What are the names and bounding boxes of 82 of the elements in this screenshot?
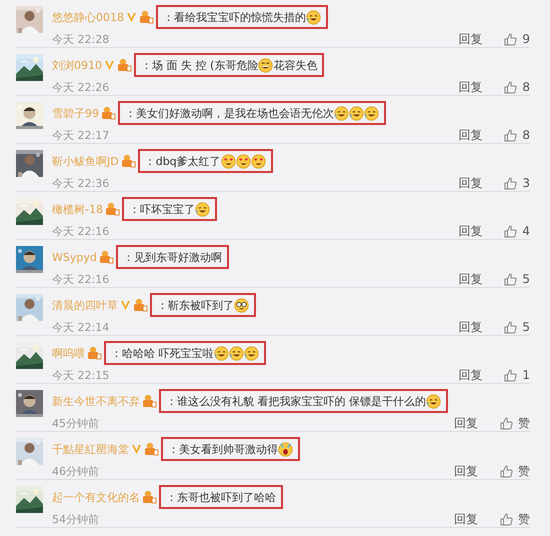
heart-eyes-emoji-icon — [220, 154, 236, 168]
timestamp: 今天 22:14 — [52, 320, 110, 334]
heart-eyes-emoji-icon — [250, 154, 266, 168]
comment-text: ：谁这么没有礼貌 看把我家宝宝吓的 保镖是干什么的 — [166, 394, 426, 408]
reply-link[interactable]: 回复 — [458, 78, 482, 96]
crying-laughing-emoji-icon — [228, 346, 244, 360]
crying-laughing-emoji-icon — [244, 346, 258, 360]
timestamp: 54分钟前 — [52, 512, 100, 526]
thumbs-up-icon — [500, 464, 513, 478]
comment-text: 花容失色 — [273, 58, 318, 72]
like-button[interactable]: 5 — [504, 320, 530, 334]
comment-text: ：吓坏宝宝了 — [128, 202, 195, 216]
medal-icon — [142, 394, 157, 408]
like-button[interactable]: 8 — [504, 80, 530, 94]
reply-link[interactable]: 回复 — [454, 462, 478, 480]
comment-text: ：美女看到帅哥激动得 — [168, 442, 278, 456]
crying-laughing-emoji-icon — [349, 106, 364, 120]
reply-link[interactable]: 回复 — [458, 366, 482, 384]
like-button[interactable]: 4 — [504, 224, 530, 238]
like-button[interactable]: 赞 — [500, 462, 530, 480]
like-button[interactable]: 1 — [504, 368, 530, 382]
crying-laughing-emoji-icon — [426, 394, 441, 408]
reply-link[interactable]: 回复 — [454, 510, 478, 528]
crying-laughing-emoji-icon — [194, 202, 210, 216]
reply-link[interactable]: 回复 — [458, 174, 482, 192]
thumbs-up-icon — [504, 272, 518, 286]
timestamp: 今天 22:36 — [52, 176, 110, 190]
thumbs-up-icon — [504, 32, 518, 46]
medal-icon — [101, 106, 116, 120]
timestamp: 今天 22:28 — [52, 32, 110, 46]
thumbs-up-icon — [500, 416, 513, 430]
thumbs-up-icon — [504, 176, 518, 190]
like-button[interactable]: 赞 — [500, 510, 530, 528]
timestamp: 今天 22:16 — [52, 224, 110, 238]
timestamp: 今天 22:16 — [52, 272, 110, 286]
reply-link[interactable]: 回复 — [458, 318, 482, 336]
medal-icon — [142, 490, 157, 504]
medal-icon — [120, 154, 136, 168]
heart-eyes-emoji-icon — [236, 154, 251, 168]
comment-text: ：靳东被吓到了 — [157, 298, 234, 312]
comment-text: ：dbq爹太红了 — [144, 154, 221, 168]
laughing-emoji-icon — [258, 58, 274, 72]
timestamp: 今天 22:15 — [52, 368, 110, 382]
like-button[interactable]: 3 — [504, 176, 530, 190]
comment-text: ：哈哈哈 吓死宝宝啦 — [111, 346, 214, 360]
comment-text: ：看给我宝宝吓的惊慌失措的 — [163, 10, 306, 24]
crying-laughing-emoji-icon — [334, 106, 349, 120]
like-button[interactable]: 8 — [504, 128, 530, 142]
screaming-emoji-icon — [278, 442, 293, 456]
thumbs-up-icon — [504, 80, 518, 94]
medal-icon — [87, 346, 102, 360]
medal-icon — [133, 298, 148, 312]
like-button[interactable]: 5 — [504, 272, 530, 286]
reply-link[interactable]: 回复 — [458, 30, 482, 48]
timestamp: 46分钟前 — [52, 464, 100, 478]
comment-text: ：见到东哥好激动啊 — [122, 250, 222, 264]
timestamp: 45分钟前 — [52, 416, 100, 430]
medal-icon — [98, 250, 114, 264]
thumbs-up-icon — [504, 320, 518, 334]
thumbs-up-icon — [504, 368, 518, 382]
comment-text: ：美女们好激动啊，是我在场也会语无伦次 — [125, 106, 334, 120]
medal-icon — [117, 58, 132, 72]
crying-laughing-emoji-icon — [214, 346, 228, 360]
medal-icon — [139, 10, 154, 24]
reply-link[interactable]: 回复 — [458, 126, 482, 144]
crying-laughing-emoji-icon — [364, 106, 379, 120]
reply-link[interactable]: 回复 — [458, 270, 482, 288]
glasses-emoji-icon — [234, 298, 249, 312]
crying-laughing-emoji-icon — [306, 10, 321, 24]
thumbs-up-icon — [504, 224, 518, 238]
comment-text: ：东哥也被吓到了哈哈 — [166, 490, 276, 504]
like-button[interactable]: 赞 — [500, 414, 530, 432]
reply-link[interactable]: 回复 — [458, 222, 482, 240]
thumbs-up-icon — [500, 512, 513, 526]
like-button[interactable]: 9 — [504, 32, 530, 46]
reply-link[interactable]: 回复 — [454, 414, 478, 432]
timestamp: 今天 22:17 — [52, 128, 110, 142]
medal-icon — [144, 442, 159, 456]
timestamp: 今天 22:26 — [52, 80, 110, 94]
medal-icon — [104, 202, 120, 216]
thumbs-up-icon — [504, 128, 518, 142]
comment-text: ：场 面 失 控 (东哥危险 — [141, 58, 258, 72]
